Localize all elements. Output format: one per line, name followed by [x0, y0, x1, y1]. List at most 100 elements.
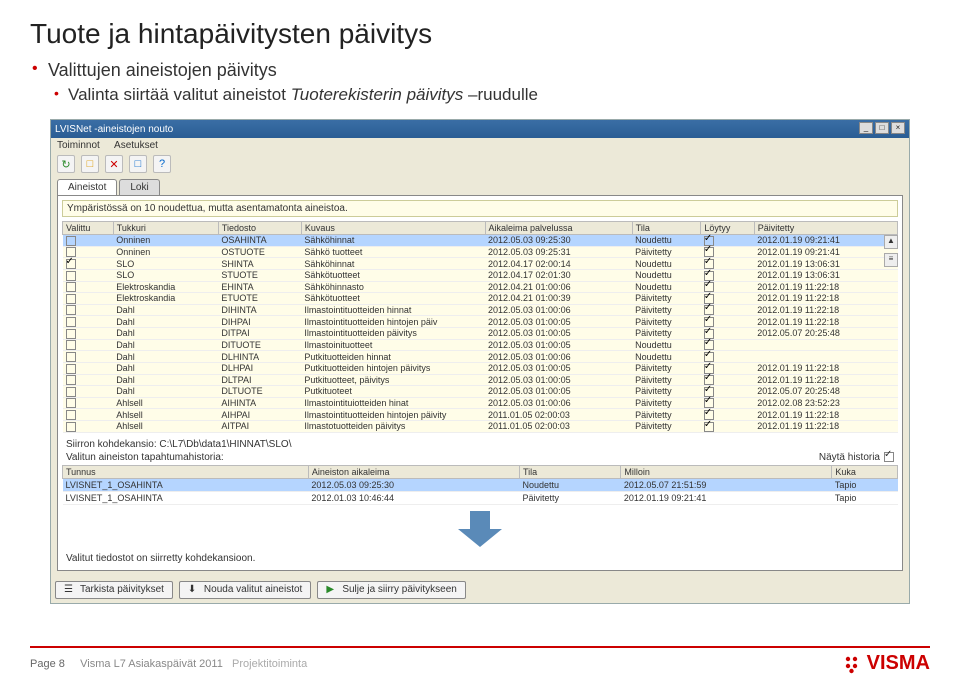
- titlebar: LVISNet -aineistojen nouto _ □ ×: [51, 120, 909, 138]
- export-icon[interactable]: □: [129, 155, 147, 173]
- check-updates-label: Tarkista päivitykset: [80, 584, 164, 595]
- col-tiedosto[interactable]: Tiedosto: [218, 222, 301, 235]
- row-checkbox[interactable]: [66, 329, 76, 339]
- cell-tiedosto: DLHPAI: [218, 362, 301, 374]
- row-checkbox[interactable]: [66, 305, 76, 315]
- col-valittu[interactable]: Valittu: [63, 222, 114, 235]
- table-row[interactable]: OnninenOSTUOTESähkö tuotteet2012.05.03 0…: [63, 246, 898, 258]
- table-row[interactable]: DahlDITUOTEIlmastoinituotteet2012.05.03 …: [63, 339, 898, 351]
- col-aikaleima[interactable]: Aikaleima palvelussa: [485, 222, 632, 235]
- col-paivitetty[interactable]: Päivitetty: [754, 222, 897, 235]
- cell-paivitetty: 2012.01.19 11:22:18: [754, 281, 897, 293]
- row-checkbox[interactable]: [66, 294, 76, 304]
- table-row[interactable]: AhlsellAIHINTAIlmastointituiotteiden hin…: [63, 397, 898, 409]
- history-checkbox[interactable]: [884, 452, 894, 462]
- table-row[interactable]: SLOSHINTASähköhinnat2012.04.17 02:00:14N…: [63, 258, 898, 270]
- refresh-icon[interactable]: ↻: [57, 155, 75, 173]
- row-checkbox[interactable]: [66, 387, 76, 397]
- col-tukkuri[interactable]: Tukkuri: [113, 222, 218, 235]
- cell-tila: Päivitetty: [632, 362, 701, 374]
- table-row[interactable]: DahlDLHINTAPutkituotteiden hinnat2012.05…: [63, 351, 898, 363]
- row-checkbox[interactable]: [66, 422, 76, 432]
- col-tila[interactable]: Tila: [632, 222, 701, 235]
- row-checkbox[interactable]: [66, 375, 76, 385]
- cell-paivitetty: 2012.01.19 11:22:18: [754, 421, 897, 433]
- bullet-1-text: Valittujen aineistojen päivitys: [48, 60, 277, 80]
- row-checkbox[interactable]: [66, 317, 76, 327]
- fetch-selected-button[interactable]: ⬇Nouda valitut aineistot: [179, 581, 311, 599]
- menu-asetukset[interactable]: Asetukset: [114, 140, 158, 151]
- table-row[interactable]: DahlDLTUOTEPutkituoteet2012.05.03 01:00:…: [63, 386, 898, 398]
- table-row[interactable]: OnninenOSAHINTASähköhinnat2012.05.03 09:…: [63, 235, 898, 247]
- cell-tiedosto: DIHINTA: [218, 304, 301, 316]
- tab-loki[interactable]: Loki: [119, 179, 159, 195]
- folder-icon[interactable]: □: [81, 155, 99, 173]
- row-checkbox[interactable]: [66, 340, 76, 350]
- row-checkbox[interactable]: [66, 282, 76, 292]
- history-row[interactable]: LVISNET_1_OSAHINTA2012.01.03 10:46:44Päi…: [63, 491, 898, 504]
- cell-tila: Noudettu: [632, 351, 701, 363]
- cell-tila: Päivitetty: [632, 246, 701, 258]
- table-row[interactable]: SLOSTUOTESähkötuotteet2012.04.17 02:01:3…: [63, 269, 898, 281]
- cell-tukkuri: Ahlsell: [113, 421, 218, 433]
- cell-tukkuri: SLO: [113, 258, 218, 270]
- table-row[interactable]: DahlDIHPAIIlmastointituotteiden hintojen…: [63, 316, 898, 328]
- table-row[interactable]: DahlDLTPAIPutkituotteet, päivitys2012.05…: [63, 374, 898, 386]
- row-checkbox[interactable]: [66, 271, 76, 281]
- cell-tiedosto: AIHINTA: [218, 397, 301, 409]
- table-row[interactable]: DahlDLHPAIPutkituotteiden hintojen päivi…: [63, 362, 898, 374]
- table-row[interactable]: ElektroskandiaETUOTESähkötuotteet2012.04…: [63, 293, 898, 305]
- cell-tukkuri: Onninen: [113, 235, 218, 247]
- cell-tiedosto: OSTUOTE: [218, 246, 301, 258]
- cell-tukkuri: SLO: [113, 269, 218, 281]
- tab-aineistot[interactable]: Aineistot: [57, 179, 117, 195]
- hcol-kuka[interactable]: Kuka: [832, 465, 898, 478]
- app-title: LVISNet -aineistojen nouto: [55, 124, 173, 135]
- table-row[interactable]: ElektroskandiaEHINTASähköhinnasto2012.04…: [63, 281, 898, 293]
- hcol-milloin[interactable]: Milloin: [621, 465, 832, 478]
- table-row[interactable]: AhlsellAIHPAIIlmastointituotteiden hinto…: [63, 409, 898, 421]
- cell-tukkuri: Dahl: [113, 386, 218, 398]
- close-button[interactable]: ×: [891, 122, 905, 134]
- cell-tila: Päivitetty: [632, 386, 701, 398]
- bullet-1a-italic: Tuoterekisterin päivitys: [291, 85, 464, 104]
- slide-title: Tuote ja hintapäivitysten päivitys: [30, 18, 930, 50]
- row-checkbox[interactable]: [66, 410, 76, 420]
- menu-toiminnot[interactable]: Toiminnot: [57, 140, 100, 151]
- cell-tila: Päivitetty: [632, 397, 701, 409]
- scroll-select-button[interactable]: ≡: [884, 253, 898, 267]
- cell-tila: Päivitetty: [632, 293, 701, 305]
- cell-paivitetty: 2012.01.19 11:22:18: [754, 293, 897, 305]
- row-checkbox[interactable]: [66, 259, 76, 269]
- hcell-aikaleima: 2012.05.03 09:25:30: [308, 478, 519, 491]
- close-continue-button[interactable]: ▶Sulje ja siirry päivitykseen: [317, 581, 466, 599]
- footer-event: Visma L7 Asiakaspäivät 2011: [80, 658, 223, 670]
- hcol-tila[interactable]: Tila: [519, 465, 620, 478]
- col-kuvaus[interactable]: Kuvaus: [301, 222, 485, 235]
- hcol-aikaleima[interactable]: Aineiston aikaleima: [308, 465, 519, 478]
- toolbar: ↻ □ ✕ □ ?: [51, 153, 909, 175]
- delete-icon[interactable]: ✕: [105, 155, 123, 173]
- help-icon[interactable]: ?: [153, 155, 171, 173]
- history-table[interactable]: Tunnus Aineiston aikaleima Tila Milloin …: [62, 465, 898, 505]
- maximize-button[interactable]: □: [875, 122, 889, 134]
- cell-aikaleima: 2012.05.03 01:00:05: [485, 374, 632, 386]
- main-table[interactable]: Valittu Tukkuri Tiedosto Kuvaus Aikaleim…: [62, 221, 898, 433]
- row-checkbox[interactable]: [66, 352, 76, 362]
- cell-aikaleima: 2012.04.21 01:00:39: [485, 293, 632, 305]
- table-row[interactable]: DahlDITPAIIlmastointituotteiden päivitys…: [63, 328, 898, 340]
- history-row[interactable]: LVISNET_1_OSAHINTA2012.05.03 09:25:30Nou…: [63, 478, 898, 491]
- row-checkbox[interactable]: [66, 236, 76, 246]
- cell-aikaleima: 2012.04.21 01:00:06: [485, 281, 632, 293]
- row-checkbox[interactable]: [66, 364, 76, 374]
- cell-tukkuri: Dahl: [113, 351, 218, 363]
- cell-tiedosto: DITPAI: [218, 328, 301, 340]
- table-row[interactable]: AhlsellAITPAIIlmastotuotteiden päivitys2…: [63, 421, 898, 433]
- table-row[interactable]: DahlDIHINTAIlmastointituotteiden hinnat2…: [63, 304, 898, 316]
- cell-tila: Noudettu: [632, 281, 701, 293]
- minimize-button[interactable]: _: [859, 122, 873, 134]
- hcol-tunnus[interactable]: Tunnus: [63, 465, 309, 478]
- check-updates-button[interactable]: ☰Tarkista päivitykset: [55, 581, 173, 599]
- scroll-up-button[interactable]: ▲: [884, 235, 898, 249]
- row-checkbox[interactable]: [66, 398, 76, 408]
